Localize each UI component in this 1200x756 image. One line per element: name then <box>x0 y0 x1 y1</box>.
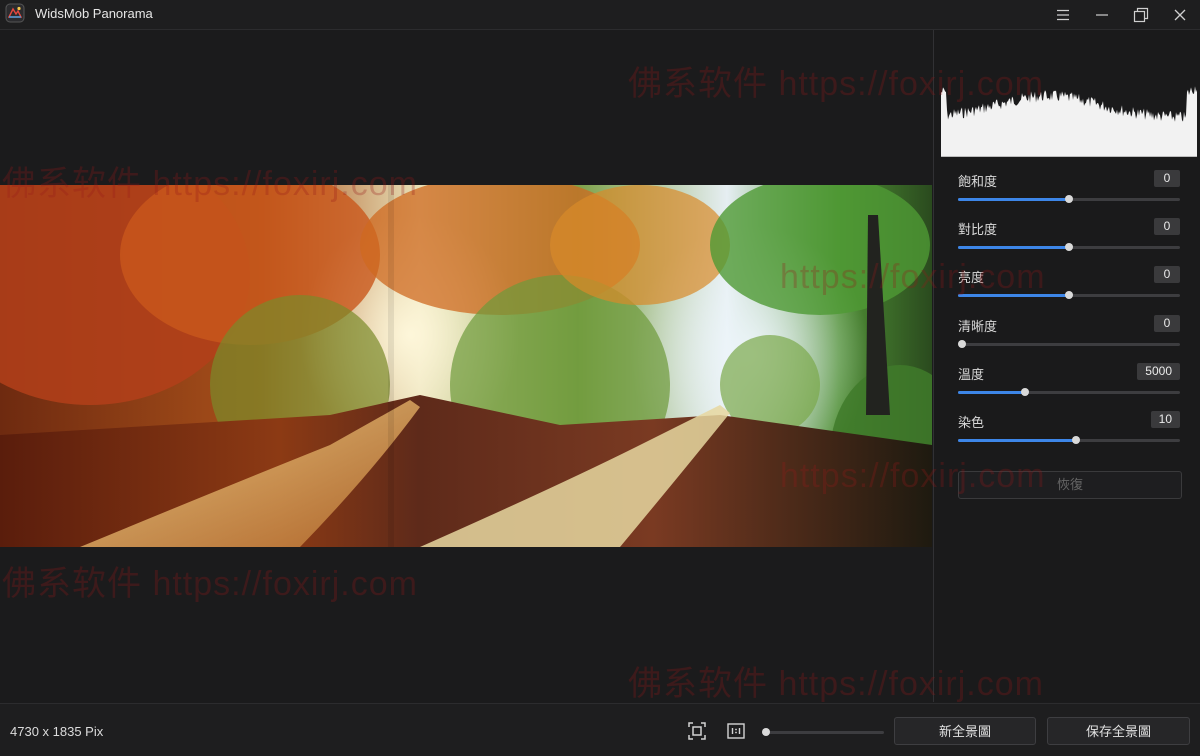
zoom-slider[interactable] <box>762 727 884 737</box>
slider-track <box>958 343 1180 346</box>
histogram <box>941 86 1197 157</box>
image-dimensions: 4730 x 1835 Pix <box>10 724 104 739</box>
slider-fill <box>958 294 1069 297</box>
slider-thumb[interactable] <box>1065 243 1073 251</box>
slider-fill <box>958 198 1069 201</box>
new-panorama-button[interactable]: 新全景圖 <box>894 717 1036 745</box>
title-bar: WidsMob Panorama <box>0 0 1200 30</box>
adjustment-label: 亮度 <box>958 270 985 285</box>
menu-button[interactable] <box>1044 0 1082 29</box>
slider-thumb[interactable] <box>1065 195 1073 203</box>
adjustment-label: 飽和度 <box>958 174 998 189</box>
adjustment-row: 亮度 0 <box>958 266 1180 307</box>
adjustment-row: 溫度 5000 <box>958 363 1180 404</box>
adjustment-panel: 飽和度 0 對比度 0 亮度 0 清晰度 0 溫度 5000 染色 10 恢復 <box>934 30 1200 702</box>
adjustment-slider[interactable] <box>958 194 1180 204</box>
adjustment-value-field[interactable]: 0 <box>1154 266 1180 283</box>
slider-fill <box>958 391 1025 394</box>
adjustment-row: 飽和度 0 <box>958 170 1180 211</box>
slider-thumb[interactable] <box>1020 388 1029 396</box>
zoom-thumb[interactable] <box>762 728 770 736</box>
minimize-icon <box>1096 13 1108 16</box>
adjustment-slider[interactable] <box>958 339 1180 349</box>
actual-size-icon[interactable] <box>726 721 746 741</box>
adjustment-value-field[interactable]: 0 <box>1154 315 1180 332</box>
adjustment-slider[interactable] <box>958 435 1180 445</box>
restore-button[interactable] <box>1122 0 1160 29</box>
adjustment-value-field[interactable]: 0 <box>1154 218 1180 235</box>
adjustment-label: 清晰度 <box>958 319 998 334</box>
adjustment-row: 對比度 0 <box>958 218 1180 259</box>
slider-thumb[interactable] <box>1071 436 1080 444</box>
panorama-image <box>0 185 932 547</box>
save-panorama-button[interactable]: 保存全景圖 <box>1047 717 1190 745</box>
fit-screen-icon[interactable] <box>687 721 707 741</box>
adjustment-label: 對比度 <box>958 222 998 237</box>
slider-fill <box>958 246 1069 249</box>
adjustment-label: 染色 <box>958 415 985 430</box>
adjustment-row: 染色 10 <box>958 411 1180 452</box>
app-title: WidsMob Panorama <box>35 6 153 21</box>
adjustment-slider[interactable] <box>958 290 1180 300</box>
menu-icon <box>1057 9 1069 20</box>
restore-icon <box>1133 7 1149 22</box>
adjustment-slider[interactable] <box>958 387 1180 397</box>
close-icon <box>1174 9 1186 20</box>
preview-canvas[interactable] <box>0 30 933 702</box>
zoom-track <box>762 731 884 734</box>
adjustment-slider[interactable] <box>958 242 1180 252</box>
adjustment-label: 溫度 <box>958 367 985 382</box>
slider-fill <box>958 439 1076 442</box>
adjustment-value-field[interactable]: 10 <box>1150 411 1180 428</box>
app-logo-icon <box>5 3 25 23</box>
minimize-button[interactable] <box>1083 0 1121 29</box>
close-button[interactable] <box>1161 0 1199 29</box>
adjustment-row: 清晰度 0 <box>958 315 1180 356</box>
slider-thumb[interactable] <box>958 340 966 348</box>
reset-button[interactable]: 恢復 <box>958 471 1182 499</box>
adjustment-value-field[interactable]: 0 <box>1154 170 1180 187</box>
slider-thumb[interactable] <box>1065 291 1073 299</box>
bottom-bar: 4730 x 1835 Pix 新全景圖 保存全景圖 <box>0 703 1200 756</box>
adjustment-value-field[interactable]: 5000 <box>1137 363 1180 380</box>
histogram-area <box>941 86 1197 156</box>
